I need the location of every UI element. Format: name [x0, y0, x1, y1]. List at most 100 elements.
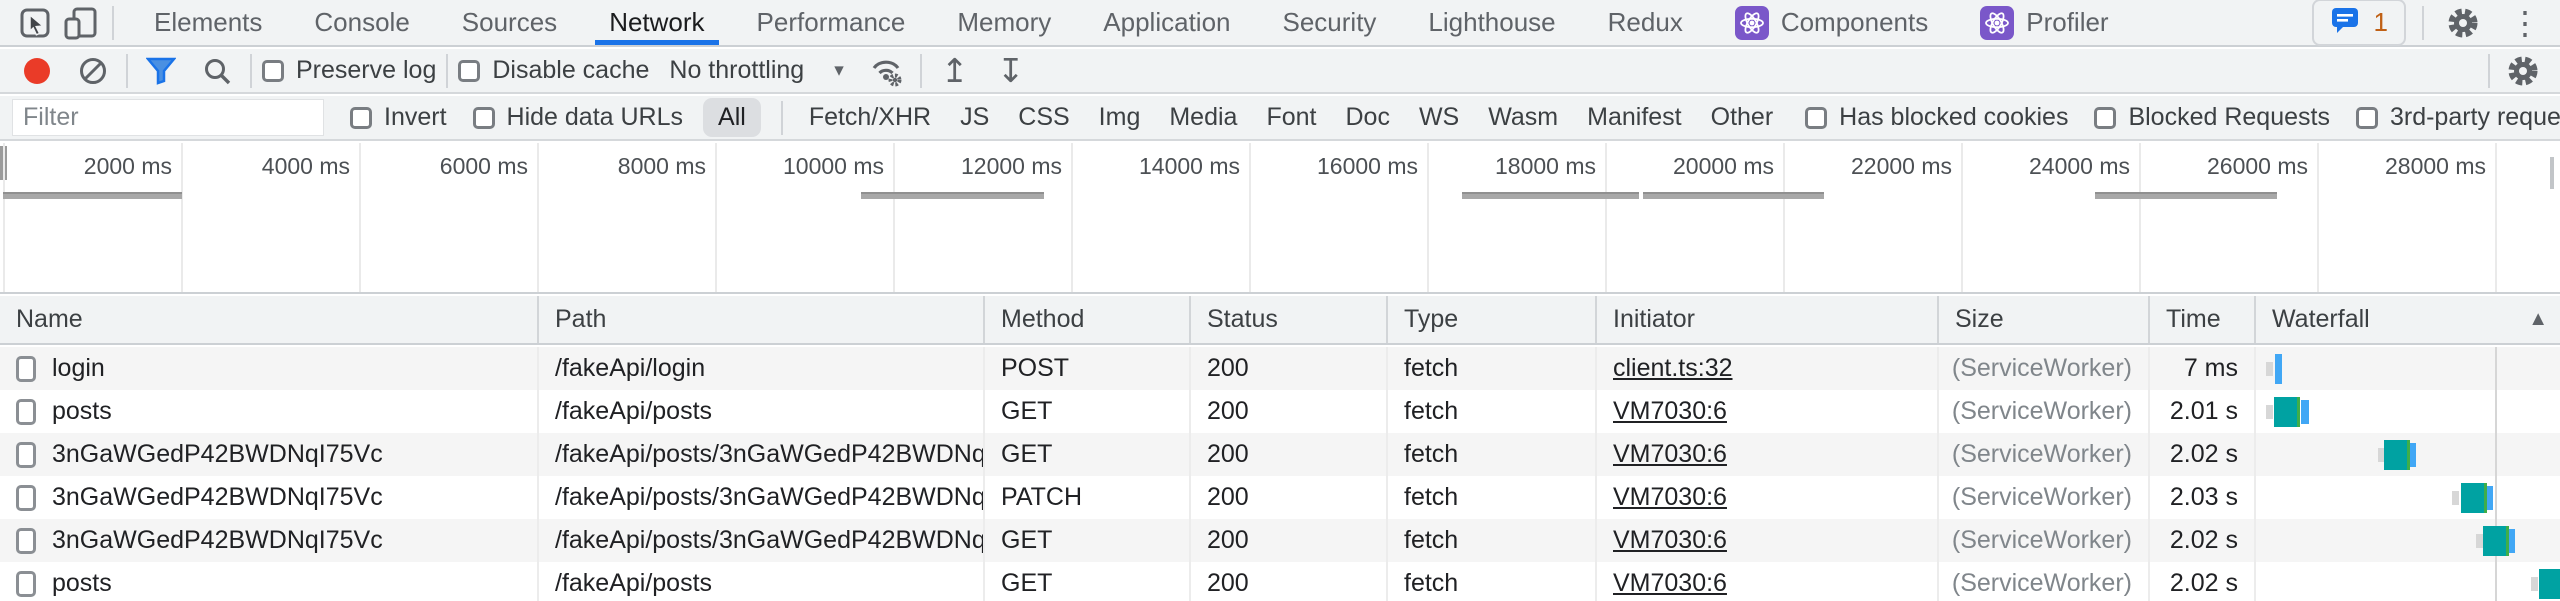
cell-method: GET: [985, 562, 1191, 601]
has-blocked-cookies-checkbox[interactable]: Has blocked cookies: [1805, 103, 2068, 132]
disable-cache-checkbox[interactable]: Disable cache: [458, 56, 649, 85]
overview-request-bar: [861, 192, 1044, 199]
table-row[interactable]: login/fakeApi/loginPOST200fetchclient.ts…: [0, 347, 2560, 390]
record-network-log-button[interactable]: [14, 49, 60, 92]
import-har-icon[interactable]: ↥: [932, 49, 978, 92]
tab-lighthouse[interactable]: Lighthouse: [1402, 0, 1581, 45]
column-header-path[interactable]: Path: [539, 296, 985, 343]
request-name: posts: [52, 397, 112, 426]
waterfall-waiting-tick: [2452, 491, 2459, 505]
waterfall-waiting-tick: [2531, 577, 2538, 591]
waterfall-teal-bar: [2461, 483, 2487, 513]
hide-data-urls-checkbox[interactable]: Hide data URLs: [473, 103, 683, 132]
more-options-icon[interactable]: ⋮: [2502, 1, 2548, 44]
table-row[interactable]: 3nGaWGedP42BWDNqI75Vc/fakeApi/posts/3nGa…: [0, 433, 2560, 476]
initiator-link[interactable]: VM7030:6: [1613, 569, 1727, 598]
tab-network[interactable]: Network: [583, 0, 730, 45]
filter-type-font[interactable]: Font: [1266, 103, 1316, 132]
column-header-size[interactable]: Size: [1939, 296, 2150, 343]
filter-type-media[interactable]: Media: [1169, 103, 1237, 132]
table-row[interactable]: posts/fakeApi/postsGET200fetchVM7030:6(S…: [0, 390, 2560, 433]
initiator-link[interactable]: VM7030:6: [1613, 397, 1727, 426]
cell-name: posts: [0, 390, 539, 433]
filter-type-doc[interactable]: Doc: [1345, 103, 1389, 132]
tab-sources[interactable]: Sources: [436, 0, 583, 45]
table-row[interactable]: 3nGaWGedP42BWDNqI75Vc/fakeApi/posts/3nGa…: [0, 476, 2560, 519]
column-header-status[interactable]: Status: [1191, 296, 1388, 343]
row-checkbox[interactable]: [16, 528, 36, 554]
initiator-link[interactable]: client.ts:32: [1613, 354, 1733, 383]
react-icon: [1980, 6, 2014, 40]
filter-type-img[interactable]: Img: [1099, 103, 1141, 132]
device-toolbar-icon[interactable]: [58, 1, 104, 44]
column-header-type[interactable]: Type: [1388, 296, 1597, 343]
filter-type-fetch-xhr[interactable]: Fetch/XHR: [809, 103, 931, 132]
cell-path: /fakeApi/posts: [539, 390, 985, 433]
cell-waterfall: [2256, 519, 2560, 562]
divider: [250, 54, 252, 88]
table-row[interactable]: 3nGaWGedP42BWDNqI75Vc/fakeApi/posts/3nGa…: [0, 519, 2560, 562]
preserve-log-checkbox[interactable]: Preserve log: [262, 56, 436, 85]
waterfall-teal-bar: [2384, 440, 2410, 470]
filter-funnel-icon[interactable]: [138, 49, 184, 92]
tab-performance[interactable]: Performance: [731, 0, 932, 45]
filter-type-wasm[interactable]: Wasm: [1488, 103, 1558, 132]
tab-application[interactable]: Application: [1077, 0, 1256, 45]
row-checkbox[interactable]: [16, 571, 36, 597]
tab-redux[interactable]: Redux: [1582, 0, 1709, 45]
row-checkbox[interactable]: [16, 356, 36, 382]
tab-elements[interactable]: Elements: [128, 0, 288, 45]
ruler-tick-label: 6000 ms: [440, 153, 528, 180]
row-checkbox[interactable]: [16, 442, 36, 468]
clear-network-log-button[interactable]: [70, 49, 116, 92]
divider: [781, 101, 783, 135]
tab-security[interactable]: Security: [1257, 0, 1403, 45]
filter-type-css[interactable]: CSS: [1018, 103, 1069, 132]
filter-type-js[interactable]: JS: [960, 103, 989, 132]
cell-type: fetch: [1388, 562, 1597, 601]
ruler-tick-label: 26000 ms: [2207, 153, 2308, 180]
overview-scrollbar[interactable]: [2550, 157, 2554, 189]
search-icon[interactable]: [194, 49, 240, 92]
tab-console[interactable]: Console: [288, 0, 435, 45]
overview-request-bar: [1643, 192, 1824, 199]
cell-initiator: VM7030:6: [1597, 433, 1939, 476]
ruler-tick-label: 2000 ms: [84, 153, 172, 180]
column-header-label: Type: [1404, 305, 1458, 334]
cell-time: 2.02 s: [2150, 433, 2256, 476]
column-header-method[interactable]: Method: [985, 296, 1191, 343]
initiator-link[interactable]: VM7030:6: [1613, 440, 1727, 469]
network-conditions-icon[interactable]: [864, 49, 910, 92]
filter-type-ws[interactable]: WS: [1419, 103, 1459, 132]
ruler-tick-label: 4000 ms: [262, 153, 350, 180]
settings-gear-icon[interactable]: [2440, 1, 2486, 44]
blocked-requests-checkbox[interactable]: Blocked Requests: [2094, 103, 2330, 132]
initiator-link[interactable]: VM7030:6: [1613, 526, 1727, 555]
filter-type-other[interactable]: Other: [1711, 103, 1774, 132]
filter-type-all[interactable]: All: [703, 98, 761, 137]
third-party-requests-checkbox[interactable]: 3rd-party requests: [2356, 103, 2560, 132]
initiator-link[interactable]: VM7030:6: [1613, 483, 1727, 512]
throttling-select[interactable]: No throttling ▾: [659, 56, 853, 85]
inspect-element-icon[interactable]: [12, 1, 58, 44]
invert-checkbox[interactable]: Invert: [350, 103, 447, 132]
column-header-time[interactable]: Time: [2150, 296, 2256, 343]
column-header-waterfall[interactable]: Waterfall▲: [2256, 296, 2560, 343]
column-header-name[interactable]: Name: [0, 296, 539, 343]
tab-profiler[interactable]: Profiler: [1954, 0, 2134, 45]
column-header-label: Waterfall: [2272, 305, 2370, 334]
timeline-overview[interactable]: 2000 ms4000 ms6000 ms8000 ms10000 ms1200…: [0, 143, 2560, 294]
row-checkbox[interactable]: [16, 399, 36, 425]
tab-components[interactable]: Components: [1709, 0, 1954, 45]
tab-memory[interactable]: Memory: [931, 0, 1077, 45]
filter-input[interactable]: [12, 99, 324, 136]
filter-type-manifest[interactable]: Manifest: [1587, 103, 1681, 132]
console-messages-button[interactable]: 1: [2312, 0, 2406, 46]
table-row[interactable]: posts/fakeApi/postsGET200fetchVM7030:6(S…: [0, 562, 2560, 601]
cell-status: 200: [1191, 390, 1388, 433]
network-settings-gear-icon[interactable]: [2500, 49, 2546, 92]
export-har-icon[interactable]: ↧: [988, 49, 1034, 92]
checkbox: [473, 107, 495, 129]
column-header-initiator[interactable]: Initiator: [1597, 296, 1939, 343]
row-checkbox[interactable]: [16, 485, 36, 511]
